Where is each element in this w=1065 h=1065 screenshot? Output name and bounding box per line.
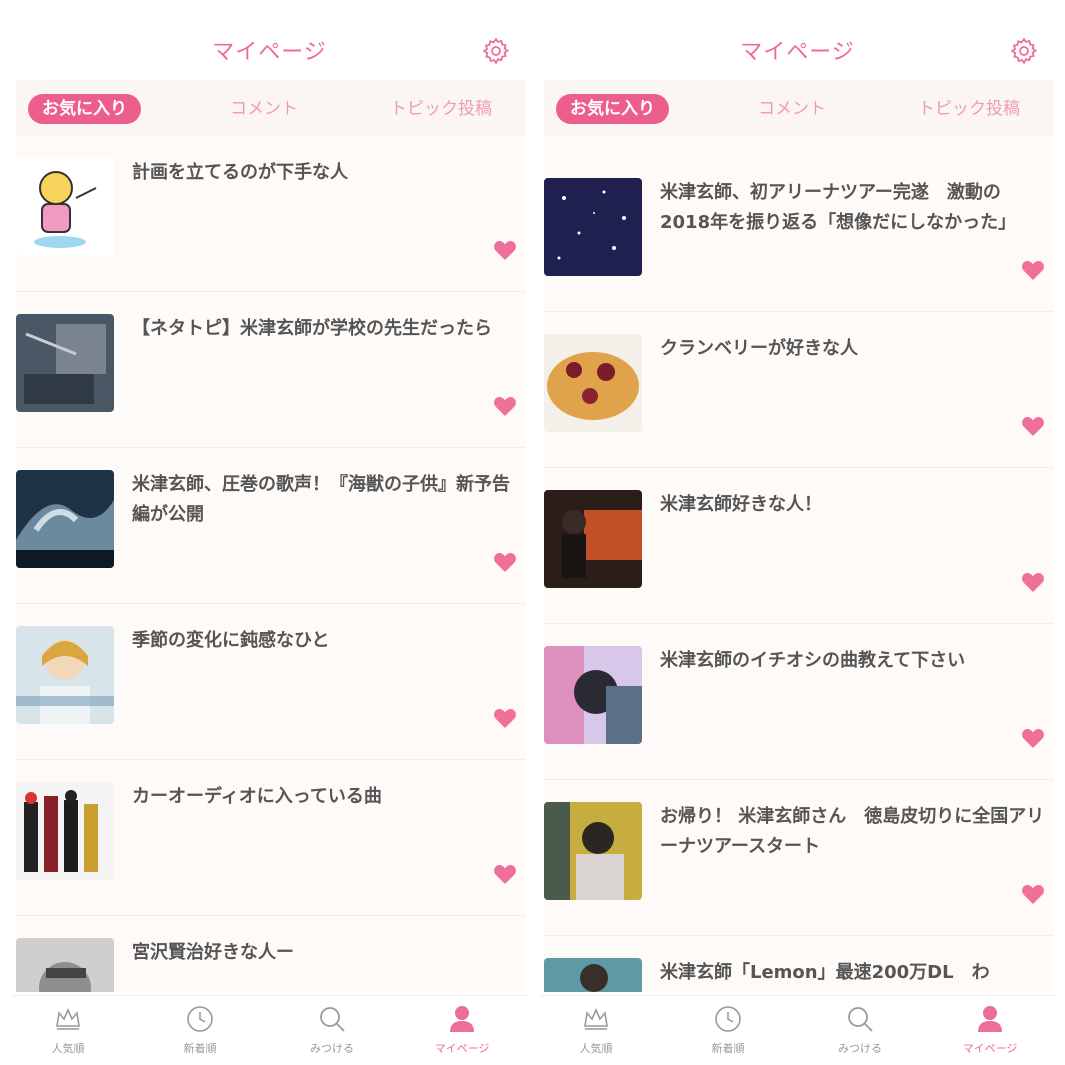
nav-label: みつける (310, 1042, 354, 1054)
list-item[interactable]: クランベリーが好きな人 (544, 312, 1053, 468)
list-item[interactable]: お帰り！ 米津玄師さん 徳島皮切りに全国アリーナツアースタート (544, 780, 1053, 936)
favorites-list: 計画を立てるのが下手な人 【ネタトピ】米津玄師が学校の先生だったら 米津玄師、圧… (16, 136, 525, 992)
list-item[interactable]: 計画を立てるのが下手な人 (16, 136, 525, 292)
clock-icon (715, 1006, 741, 1032)
mypage-screen-left: マイページ お気に入り コメント トピック投稿 計画を立てるのが下手な人 【ネタ… (12, 0, 527, 1065)
heart-icon[interactable] (1021, 415, 1045, 437)
nav-newest[interactable]: 新着順 (150, 1004, 250, 1054)
nav-discover[interactable]: みつける (810, 1004, 910, 1054)
topic-thumbnail (544, 490, 642, 588)
crown-icon (56, 1008, 80, 1030)
list-item[interactable]: 米津玄師「Lemon」最速200万DL わ (544, 936, 1053, 992)
mypage-screen-right: マイページ お気に入り コメント トピック投稿 米津玄師、初アリーナツアー完遂 … (540, 0, 1055, 1065)
topic-thumbnail (544, 646, 642, 744)
gear-icon[interactable] (1009, 36, 1039, 66)
topic-thumbnail (16, 938, 114, 992)
list-item[interactable]: カーオーディオに入っている曲 (16, 760, 525, 916)
nav-label: 新着順 (711, 1042, 745, 1054)
topic-title: 米津玄師好きな人！ (660, 494, 822, 515)
nav-popular[interactable]: 人気順 (546, 1004, 646, 1054)
nav-label: 人気順 (51, 1042, 85, 1054)
list-item[interactable]: 米津玄師のイチオシの曲教えて下さい (544, 624, 1053, 780)
crown-icon (584, 1008, 608, 1030)
person-icon (978, 1006, 1002, 1032)
favorites-list: 米津玄師、初アリーナツアー完遂 激動の2018年を振り返る「想像だにしなかった」… (544, 136, 1053, 992)
heart-icon[interactable] (1021, 883, 1045, 905)
heart-icon[interactable] (493, 239, 517, 261)
topic-title: 季節の変化に鈍感なひと (132, 630, 330, 651)
nav-mypage[interactable]: マイページ (940, 1004, 1040, 1054)
tab-comments[interactable]: コメント (758, 94, 826, 124)
tab-bar: お気に入り コメント トピック投稿 (16, 80, 525, 136)
heart-icon[interactable] (493, 551, 517, 573)
topic-thumbnail (16, 158, 114, 256)
nav-label: マイページ (434, 1042, 490, 1054)
bottom-nav: 人気順 新着順 みつける マイページ (12, 995, 527, 1065)
list-item[interactable]: 米津玄師好きな人！ (544, 468, 1053, 624)
heart-icon[interactable] (1021, 727, 1045, 749)
topic-thumbnail (16, 314, 114, 412)
topic-title: カーオーディオに入っている曲 (132, 786, 382, 807)
topic-title: 計画を立てるのが下手な人 (132, 162, 348, 183)
list-item[interactable]: 宮沢賢治好きな人ー (16, 916, 525, 992)
gear-icon[interactable] (481, 36, 511, 66)
list-item[interactable]: 季節の変化に鈍感なひと (16, 604, 525, 760)
topic-title: 米津玄師のイチオシの曲教えて下さい (660, 650, 966, 671)
screenshot-collage: マイページ お気に入り コメント トピック投稿 計画を立てるのが下手な人 【ネタ… (0, 0, 1065, 1065)
topic-title: 米津玄師、圧巻の歌声！『海獣の子供』新予告編が公開 (132, 474, 510, 525)
page-title: マイページ (740, 40, 855, 65)
nav-label: みつける (838, 1042, 882, 1054)
topic-thumbnail (544, 958, 642, 992)
topic-title: 米津玄師「Lemon」最速200万DL わ (660, 962, 990, 983)
topic-title: お帰り！ 米津玄師さん 徳島皮切りに全国アリーナツアースタート (660, 806, 1045, 857)
heart-icon[interactable] (1021, 571, 1045, 593)
app-header: マイページ (540, 0, 1055, 80)
nav-discover[interactable]: みつける (282, 1004, 382, 1054)
clock-icon (187, 1006, 213, 1032)
nav-label: 人気順 (579, 1042, 613, 1054)
topic-thumbnail (16, 626, 114, 724)
person-icon (450, 1006, 474, 1032)
list-item[interactable]: 米津玄師、圧巻の歌声！『海獣の子供』新予告編が公開 (16, 448, 525, 604)
tab-bar: お気に入り コメント トピック投稿 (544, 80, 1053, 136)
list-item[interactable]: 【ネタトピ】米津玄師が学校の先生だったら (16, 292, 525, 448)
nav-label: 新着順 (183, 1042, 217, 1054)
nav-mypage[interactable]: マイページ (412, 1004, 512, 1054)
topic-title: 宮沢賢治好きな人ー (132, 942, 294, 963)
topic-thumbnail (16, 470, 114, 568)
topic-thumbnail (544, 334, 642, 432)
heart-icon[interactable] (493, 395, 517, 417)
heart-icon[interactable] (493, 707, 517, 729)
heart-icon[interactable] (493, 863, 517, 885)
nav-popular[interactable]: 人気順 (18, 1004, 118, 1054)
nav-label: マイページ (962, 1042, 1018, 1054)
app-header: マイページ (12, 0, 527, 80)
tab-favorites[interactable]: お気に入り (28, 94, 141, 124)
topic-thumbnail (544, 802, 642, 900)
tab-topic-posts[interactable]: トピック投稿 (918, 94, 1020, 124)
heart-icon[interactable] (1021, 259, 1045, 281)
topic-thumbnail (16, 782, 114, 880)
search-icon (320, 1007, 345, 1032)
topic-title: 【ネタトピ】米津玄師が学校の先生だったら (132, 318, 492, 339)
tab-comments[interactable]: コメント (230, 94, 298, 124)
bottom-nav: 人気順 新着順 みつける マイページ (540, 995, 1055, 1065)
list-item[interactable]: 米津玄師、初アリーナツアー完遂 激動の2018年を振り返る「想像だにしなかった」 (544, 156, 1053, 312)
topic-thumbnail (544, 178, 642, 276)
page-title: マイページ (212, 40, 327, 65)
tab-topic-posts[interactable]: トピック投稿 (390, 94, 492, 124)
topic-title: 米津玄師、初アリーナツアー完遂 激動の2018年を振り返る「想像だにしなかった」 (660, 182, 1017, 233)
search-icon (848, 1007, 873, 1032)
topic-title: クランベリーが好きな人 (660, 338, 858, 359)
tab-favorites[interactable]: お気に入り (556, 94, 669, 124)
nav-newest[interactable]: 新着順 (678, 1004, 778, 1054)
